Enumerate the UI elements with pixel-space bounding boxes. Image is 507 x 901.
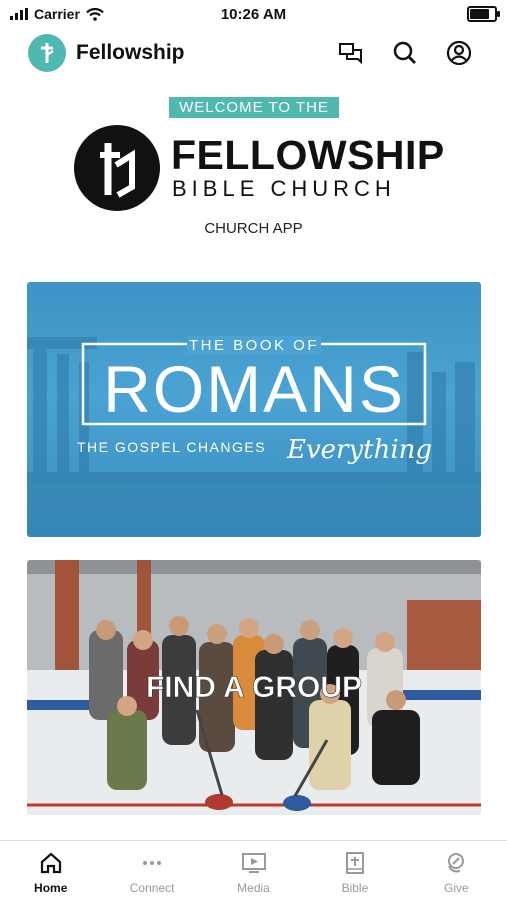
- romans-series-card[interactable]: THE BOOK OF ROMANS THE GOSPEL CHANGES Ev…: [27, 282, 481, 537]
- search-button[interactable]: [391, 39, 419, 67]
- church-app-label: CHURCH APP: [204, 220, 303, 237]
- battery-level: [470, 9, 489, 19]
- find-a-group-title: FIND A GROUP: [146, 671, 362, 704]
- nav-media[interactable]: Media: [203, 841, 304, 901]
- romans-tagline: THE GOSPEL CHANGES: [77, 439, 266, 455]
- romans-script: Everything: [286, 435, 432, 465]
- battery-icon: [467, 6, 500, 22]
- church-logo-icon: [28, 34, 66, 72]
- nav-home[interactable]: Home: [0, 841, 101, 901]
- media-play-icon: [241, 853, 266, 873]
- account-icon: [446, 40, 472, 66]
- church-logo-mark: [41, 43, 54, 63]
- romans-title: ROMANS: [103, 352, 405, 426]
- church-emblem-icon: [74, 125, 160, 211]
- find-a-group-card[interactable]: FIND A GROUP: [27, 560, 481, 815]
- app-header: Fellowship: [0, 30, 507, 76]
- nav-give-label: Give: [443, 881, 469, 895]
- church-logo: FELLOWSHIP BIBLE CHURCH: [74, 125, 444, 213]
- romans-card-art: THE BOOK OF ROMANS THE GOSPEL CHANGES Ev…: [27, 336, 481, 537]
- nav-media-label: Media: [237, 881, 270, 895]
- logo-wordmark-bible-church: BIBLE CHURCH: [172, 176, 396, 201]
- nav-bible[interactable]: Bible: [304, 841, 405, 901]
- group-photo: FIND A GROUP: [27, 560, 481, 815]
- nav-home-label: Home: [34, 881, 68, 895]
- nav-bible-label: Bible: [341, 881, 369, 895]
- search-icon: [393, 41, 416, 64]
- bottom-nav: Home Connect Media Bible Give: [0, 840, 507, 901]
- app-title: Fellowship: [76, 41, 185, 64]
- header-actions: [337, 39, 507, 67]
- status-bar: Carrier 10:26 AM: [0, 0, 507, 28]
- nav-connect[interactable]: Connect: [101, 841, 202, 901]
- chat-button[interactable]: [337, 39, 365, 67]
- account-button[interactable]: [445, 39, 473, 67]
- nav-give[interactable]: Give: [406, 841, 507, 901]
- brand: Fellowship: [0, 34, 185, 72]
- welcome-banner: WELCOME TO THE: [169, 97, 339, 118]
- chat-icon: [339, 43, 362, 65]
- logo-wordmark-fellowship: FELLOWSHIP: [171, 132, 445, 178]
- status-time: 10:26 AM: [220, 5, 287, 23]
- bible-icon: [345, 852, 364, 874]
- home-icon: [40, 852, 61, 874]
- nav-connect-label: Connect: [129, 881, 175, 895]
- give-icon: [448, 853, 465, 873]
- more-dots-icon: [143, 861, 162, 865]
